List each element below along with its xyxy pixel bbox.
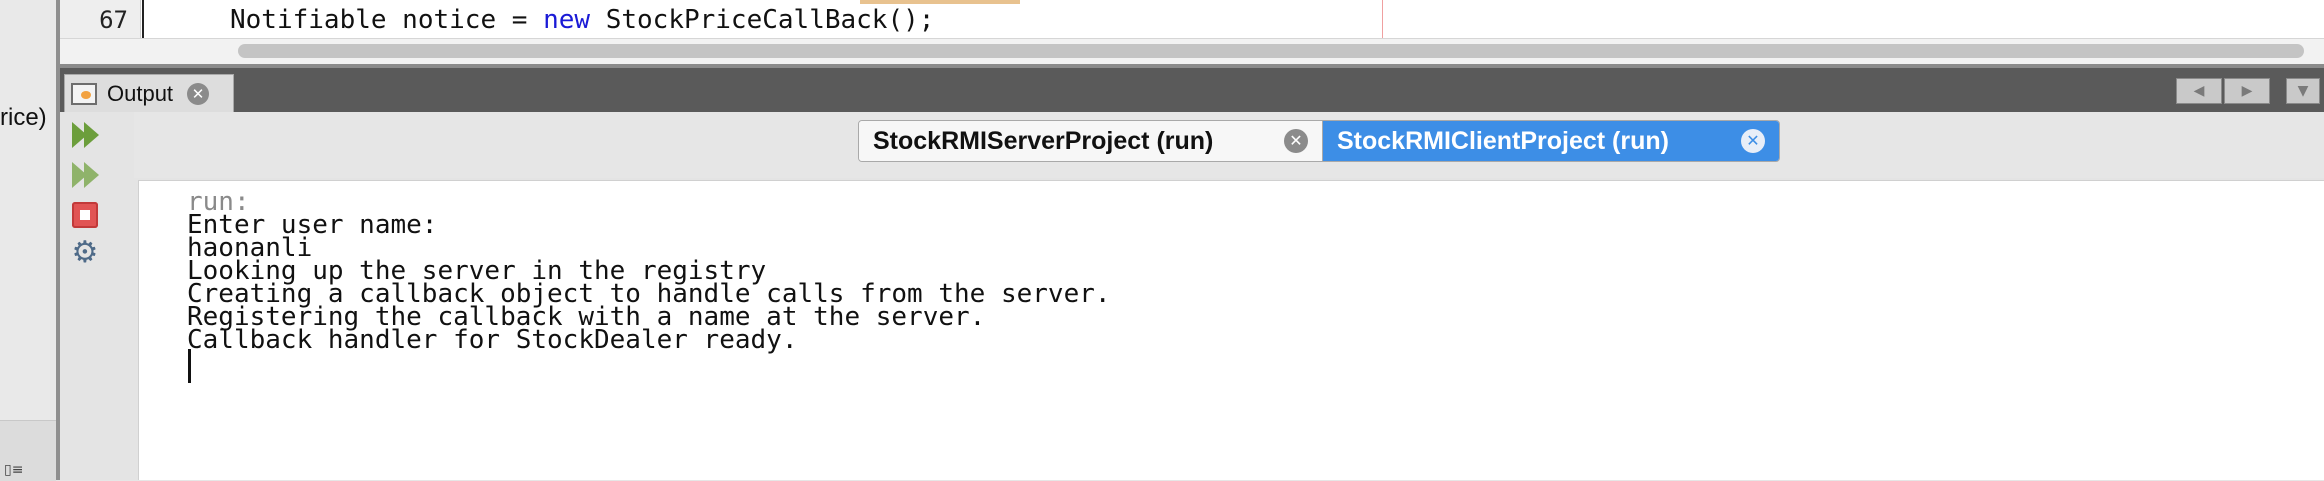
tab-label: StockRMIServerProject (run) <box>873 126 1214 155</box>
scroll-tabs-right-button[interactable]: ▶ <box>2224 78 2270 104</box>
clipped-panel-text: rice) <box>0 104 47 131</box>
line-number: 67 <box>99 6 128 34</box>
window-menu-button[interactable]: ▼ <box>2286 78 2320 104</box>
tab-client-run[interactable]: StockRMIClientProject (run) ✕ <box>1323 121 1779 161</box>
rerun-with-params-icon <box>70 162 100 188</box>
rerun-icon <box>70 122 100 148</box>
code-keyword: new <box>543 5 591 35</box>
code-line[interactable]: Notifiable notice = new StockPriceCallBa… <box>230 5 934 35</box>
close-icon[interactable]: ✕ <box>187 82 210 105</box>
horizontal-scrollbar-thumb[interactable] <box>238 44 2304 58</box>
console-line: Callback handler for StockDealer ready. <box>187 325 798 355</box>
code-text: Notifiable notice = <box>230 5 544 35</box>
stop-icon <box>72 202 98 228</box>
stop-button[interactable] <box>68 198 102 232</box>
rerun-button[interactable] <box>68 118 102 152</box>
rerun-different-params-button[interactable] <box>68 158 102 192</box>
fold-guide <box>142 0 144 38</box>
run-tabs-strip: StockRMIServerProject (run) ✕ StockRMICl… <box>134 112 2324 178</box>
output-toolbar: ⚙ <box>60 112 134 480</box>
output-tab-label: Output <box>107 80 174 106</box>
right-margin-guide <box>1382 0 1383 38</box>
code-text: StockPriceCallBack(); <box>590 5 935 35</box>
output-tab[interactable]: Output ✕ <box>64 74 234 112</box>
run-tabs: StockRMIServerProject (run) ✕ StockRMICl… <box>858 120 1780 162</box>
output-window-icon <box>71 82 97 105</box>
previous-line-fragment <box>860 0 1020 4</box>
line-number-gutter: 67 <box>60 0 141 38</box>
tab-server-run[interactable]: StockRMIServerProject (run) ✕ <box>859 121 1323 161</box>
scroll-tabs-left-button[interactable]: ◀ <box>2176 78 2222 104</box>
code-editor[interactable]: 67 Notifiable notice = new StockPriceCal… <box>60 0 2324 65</box>
text-caret <box>188 349 191 383</box>
settings-button[interactable]: ⚙ <box>68 236 102 270</box>
close-icon[interactable]: ✕ <box>1741 129 1765 153</box>
console-output[interactable]: run: Enter user name: haonanli Looking u… <box>138 180 2324 480</box>
left-side-panel: rice) ▯≡ <box>0 0 56 481</box>
tab-label: StockRMIClientProject (run) <box>1337 126 1669 155</box>
close-icon[interactable]: ✕ <box>1284 129 1308 153</box>
list-icon[interactable]: ▯≡ <box>4 462 23 478</box>
output-window-header: Output ✕ ◀ ▶ ▼ <box>60 64 2324 112</box>
gear-icon: ⚙ <box>71 235 99 270</box>
